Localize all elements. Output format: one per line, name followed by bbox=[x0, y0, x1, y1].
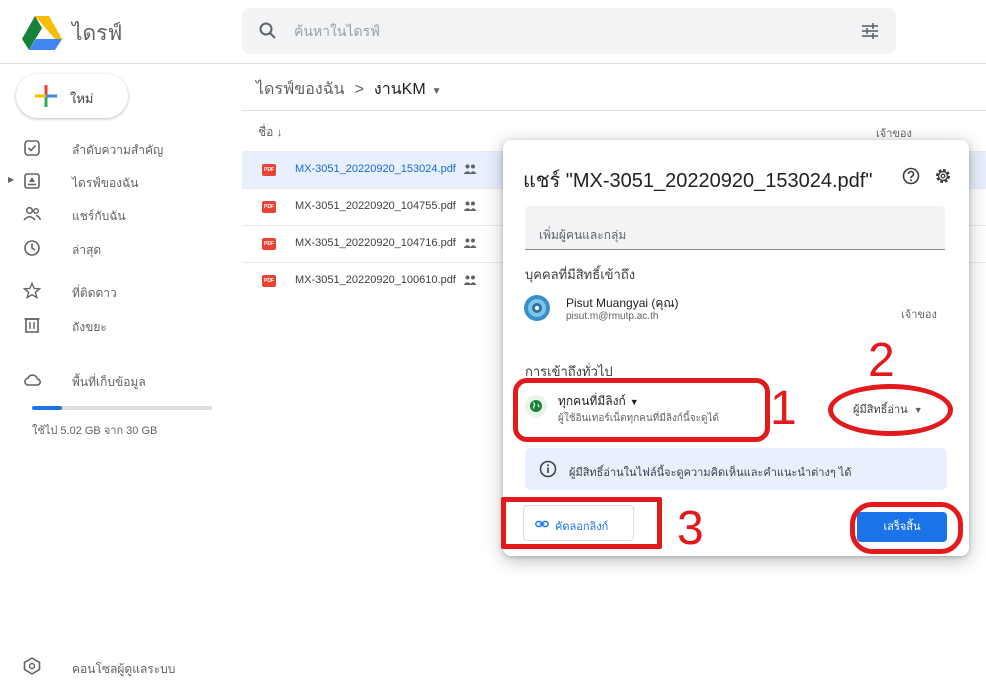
admin-console-link[interactable]: คอนโซลผู้ดูแลระบบ bbox=[0, 653, 230, 679]
sidebar-item-shared-with-me[interactable]: แชร์กับฉัน bbox=[0, 198, 230, 230]
sidebar-item-my-drive[interactable]: ▶ ไดรฟ์ของฉัน bbox=[0, 165, 230, 197]
search-options-icon[interactable] bbox=[860, 21, 880, 41]
storage-usage-fill bbox=[32, 406, 63, 410]
sidebar-item-priority[interactable]: ลำดับความสำคัญ bbox=[0, 132, 230, 164]
file-name[interactable]: MX-3051_20220920_104755.pdf bbox=[295, 200, 456, 212]
trash-icon bbox=[24, 318, 40, 333]
info-text: ผู้มีสิทธิ์อ่านในไฟล์นี้จะดูความคิดเห็นแ… bbox=[569, 467, 852, 479]
sidebar-item-storage[interactable]: พื้นที่เก็บข้อมูล bbox=[0, 364, 230, 396]
search-input[interactable] bbox=[294, 8, 834, 54]
shared-people-icon bbox=[463, 275, 477, 285]
shared-people-icon bbox=[463, 238, 477, 248]
admin-console-label: คอนโซลผู้ดูแลระบบ bbox=[72, 662, 176, 676]
divider bbox=[242, 110, 986, 111]
storage-usage-text: ใช้ไป 5.02 GB จาก 30 GB bbox=[32, 425, 158, 437]
gear-icon[interactable] bbox=[933, 166, 953, 186]
annotation-box-general-access bbox=[513, 378, 770, 442]
person-email: pisut.m@rmutp.ac.th bbox=[566, 311, 659, 322]
people-with-access-heading: บุคคลที่มีสิทธิ์เข้าถึง bbox=[525, 267, 636, 282]
annotation-number-3: 3 bbox=[677, 502, 704, 555]
file-name[interactable]: MX-3051_20220920_100610.pdf bbox=[295, 274, 456, 286]
priority-icon bbox=[24, 140, 40, 156]
annotation-box-done bbox=[850, 502, 963, 554]
annotation-number-2: 2 bbox=[868, 334, 895, 387]
annotation-box-copy-link bbox=[501, 497, 662, 549]
person-role: เจ้าของ bbox=[901, 309, 937, 321]
sidebar-item-label: ถังขยะ bbox=[72, 320, 107, 334]
top-bar: ไดรฟ์ bbox=[0, 0, 986, 64]
star-icon bbox=[22, 281, 42, 299]
file-name[interactable]: MX-3051_20220920_104716.pdf bbox=[295, 237, 456, 249]
pdf-file-icon: PDF bbox=[262, 238, 276, 250]
info-banner: ผู้มีสิทธิ์อ่านในไฟล์นี้จะดูความคิดเห็นแ… bbox=[525, 448, 947, 490]
annotation-ellipse-role bbox=[828, 384, 953, 436]
new-button[interactable]: ใหม่ bbox=[16, 74, 128, 118]
app-title: ไดรฟ์ bbox=[72, 22, 123, 45]
column-header-name[interactable]: ชื่อ ↓ bbox=[258, 123, 283, 142]
my-drive-icon bbox=[24, 173, 40, 189]
pdf-file-icon: PDF bbox=[262, 201, 276, 213]
annotation-number-1: 1 bbox=[770, 382, 797, 435]
sidebar-item-label: แชร์กับฉัน bbox=[72, 209, 126, 223]
plus-icon bbox=[35, 85, 57, 107]
avatar bbox=[524, 295, 550, 321]
shared-people-icon bbox=[463, 201, 477, 211]
breadcrumb-current[interactable]: งานKM bbox=[374, 81, 426, 98]
add-people-input[interactable] bbox=[525, 206, 945, 250]
new-button-label: ใหม่ bbox=[70, 91, 94, 106]
shared-people-icon bbox=[463, 164, 477, 174]
sidebar-item-label: ลำดับความสำคัญ bbox=[72, 143, 164, 157]
sidebar-item-trash[interactable]: ถังขยะ bbox=[0, 309, 230, 341]
admin-console-icon bbox=[23, 657, 41, 675]
drive-logo-icon[interactable] bbox=[22, 14, 62, 50]
breadcrumb-root[interactable]: ไดรฟ์ของฉัน bbox=[256, 81, 345, 98]
search-icon[interactable] bbox=[258, 21, 278, 41]
share-dialog: แชร์ "MX-3051_20220920_153024.pdf" บุคคล… bbox=[503, 140, 969, 556]
dialog-title: แชร์ "MX-3051_20220920_153024.pdf" bbox=[523, 170, 873, 192]
sidebar-item-starred[interactable]: ที่ติดดาว bbox=[0, 275, 230, 307]
cloud-icon bbox=[24, 374, 41, 386]
pdf-file-icon: PDF bbox=[262, 164, 276, 176]
breadcrumb-separator: > bbox=[354, 81, 364, 98]
storage-usage-bar bbox=[32, 406, 212, 410]
sidebar-item-label: พื้นที่เก็บข้อมูล bbox=[72, 375, 146, 389]
sidebar-item-recent[interactable]: ล่าสุด bbox=[0, 232, 230, 264]
clock-icon bbox=[24, 240, 40, 256]
shared-with-me-icon bbox=[23, 206, 42, 221]
folder-dropdown-icon[interactable]: ▼ bbox=[432, 86, 442, 97]
sidebar-item-label: ที่ติดดาว bbox=[72, 286, 117, 300]
breadcrumb: ไดรฟ์ของฉัน > งานKM ▼ bbox=[256, 77, 442, 102]
pdf-file-icon: PDF bbox=[262, 275, 276, 287]
search-bar[interactable] bbox=[242, 8, 896, 54]
info-icon bbox=[539, 460, 557, 478]
expand-caret-icon[interactable]: ▶ bbox=[8, 175, 14, 184]
file-name[interactable]: MX-3051_20220920_153024.pdf bbox=[295, 163, 456, 175]
sidebar-item-label: ล่าสุด bbox=[72, 243, 102, 257]
help-icon[interactable] bbox=[901, 166, 921, 186]
sidebar-item-label: ไดรฟ์ของฉัน bbox=[72, 176, 139, 190]
